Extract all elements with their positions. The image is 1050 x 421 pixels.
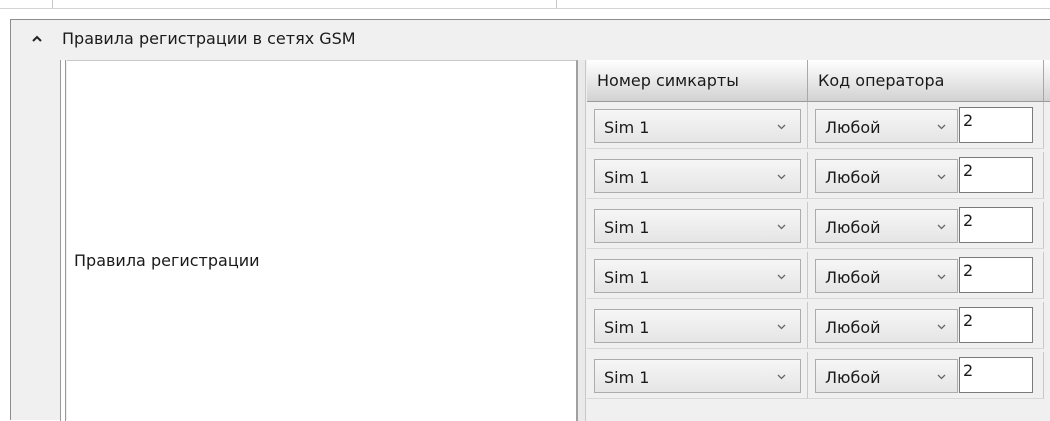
column-header-extra: [1044, 60, 1050, 102]
chevron-down-icon: [777, 174, 786, 180]
chevron-down-icon: [937, 124, 946, 130]
operator-select-value: Любой: [825, 168, 881, 187]
splitter-mark: [556, 0, 557, 8]
operator-select[interactable]: Любой: [815, 209, 958, 243]
operator-code-input[interactable]: 2: [959, 307, 1033, 343]
table-row: Sim 1 Любой 2: [587, 202, 1050, 249]
operator-select[interactable]: Любой: [815, 309, 958, 343]
chevron-down-icon: [777, 374, 786, 380]
table-row: Sim 1 Любой 2: [587, 252, 1050, 299]
sim-select[interactable]: Sim 1: [594, 359, 801, 393]
table-row: Sim 1 Любой 2: [587, 152, 1050, 199]
sim-select[interactable]: Sim 1: [594, 209, 801, 243]
sim-select-value: Sim 1: [604, 368, 650, 387]
operator-select-value: Любой: [825, 218, 881, 237]
operator-code-input[interactable]: 2: [959, 107, 1033, 143]
sim-cell: Sim 1: [587, 302, 808, 349]
chevron-down-icon: [777, 274, 786, 280]
splitter-mark: [52, 0, 53, 8]
operator-cell: Любой 2: [808, 152, 1044, 199]
table-row: Sim 1 Любой 2: [587, 302, 1050, 349]
sim-select-value: Sim 1: [604, 168, 650, 187]
column-header-sim[interactable]: Номер симкарты: [587, 60, 808, 102]
property-label-panel: Правила регистрации: [67, 60, 577, 421]
operator-select-value: Любой: [825, 368, 881, 387]
operator-cell: Любой 2: [808, 102, 1044, 149]
operator-code-input[interactable]: 2: [959, 357, 1033, 393]
row-gutter: [578, 60, 586, 421]
operator-code-input[interactable]: 2: [959, 157, 1033, 193]
top-strip: [0, 0, 1050, 19]
sim-cell: Sim 1: [587, 252, 808, 299]
operator-select-value: Любой: [825, 268, 881, 287]
sim-select-value: Sim 1: [604, 218, 650, 237]
operator-cell: Любой 2: [808, 352, 1044, 399]
chevron-down-icon: [937, 324, 946, 330]
operator-cell: Любой 2: [808, 302, 1044, 349]
operator-select[interactable]: Любой: [815, 109, 958, 143]
operator-cell: Любой 2: [808, 252, 1044, 299]
table-row: Sim 1 Любой 2: [587, 352, 1050, 399]
chevron-down-icon: [937, 274, 946, 280]
chevron-down-icon: [937, 374, 946, 380]
column-header-operator[interactable]: Код оператора: [808, 60, 1044, 102]
sim-cell: Sim 1: [587, 352, 808, 399]
operator-select-value: Любой: [825, 118, 881, 137]
property-label: Правила регистрации: [74, 251, 260, 270]
chevron-down-icon: [777, 324, 786, 330]
sim-select-value: Sim 1: [604, 118, 650, 137]
chevron-down-icon: [937, 224, 946, 230]
chevron-down-icon: [777, 124, 786, 130]
sim-select-value: Sim 1: [604, 318, 650, 337]
operator-select[interactable]: Любой: [815, 159, 958, 193]
chevron-down-icon: [937, 174, 946, 180]
indent-bar: [60, 60, 66, 421]
sim-cell: Sim 1: [587, 152, 808, 199]
sim-cell: Sim 1: [587, 102, 808, 149]
sim-select[interactable]: Sim 1: [594, 109, 801, 143]
group-header[interactable]: Правила регистрации в сетях GSM: [11, 20, 1050, 58]
rules-table: Номер симкарты Код оператора Sim 1 Любой…: [577, 60, 1050, 421]
operator-cell: Любой 2: [808, 202, 1044, 249]
gsm-registration-group: Правила регистрации в сетях GSM Правила …: [10, 19, 1050, 421]
chevron-down-icon: [777, 224, 786, 230]
sim-select[interactable]: Sim 1: [594, 309, 801, 343]
operator-code-input[interactable]: 2: [959, 257, 1033, 293]
sim-select-value: Sim 1: [604, 268, 650, 287]
operator-select[interactable]: Любой: [815, 259, 958, 293]
divider: [0, 8, 1050, 9]
chevron-up-icon[interactable]: [30, 32, 44, 46]
sim-cell: Sim 1: [587, 202, 808, 249]
sim-select[interactable]: Sim 1: [594, 159, 801, 193]
group-title: Правила регистрации в сетях GSM: [62, 29, 356, 48]
operator-select[interactable]: Любой: [815, 359, 958, 393]
operator-select-value: Любой: [825, 318, 881, 337]
operator-code-input[interactable]: 2: [959, 207, 1033, 243]
table-row: Sim 1 Любой 2: [587, 102, 1050, 149]
sim-select[interactable]: Sim 1: [594, 259, 801, 293]
